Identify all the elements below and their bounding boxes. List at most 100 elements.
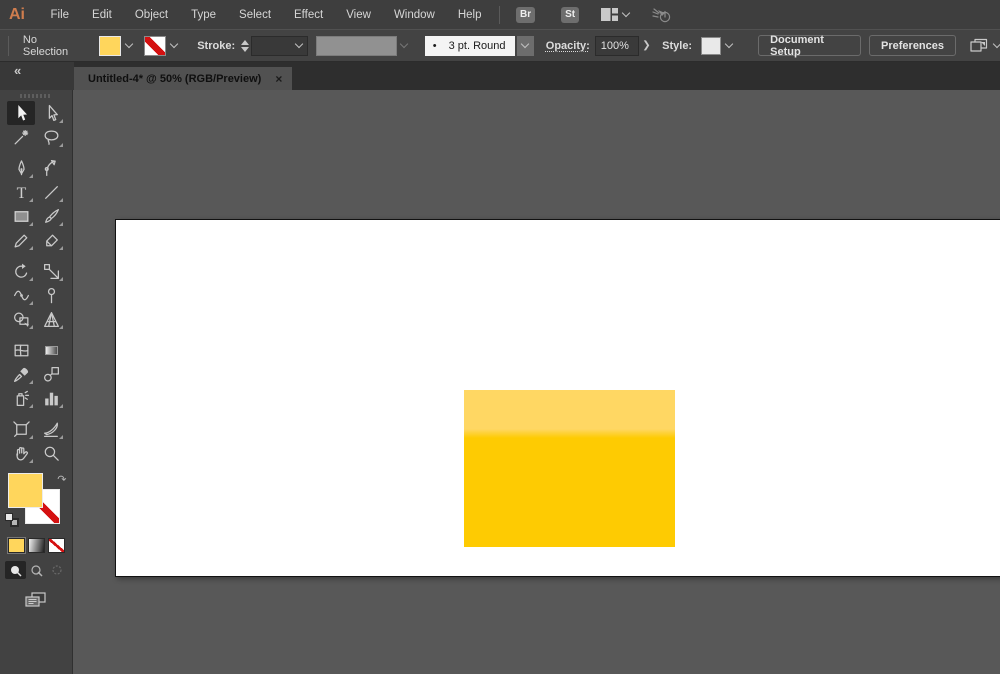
stepper-up-icon[interactable] <box>241 40 249 45</box>
width-profile-chevron[interactable] <box>517 36 534 56</box>
workspace-switcher[interactable] <box>601 8 629 21</box>
menu-object[interactable]: Object <box>123 2 179 28</box>
style-label: Style: <box>662 40 692 52</box>
document-tab[interactable]: Untitled-4* @ 50% (RGB/Preview) × <box>74 67 292 90</box>
menu-help[interactable]: Help <box>446 2 493 28</box>
document-tab-title: Untitled-4* @ 50% (RGB/Preview) <box>88 73 261 85</box>
type-tool[interactable]: T <box>7 180 35 204</box>
menu-select[interactable]: Select <box>228 2 283 28</box>
color-button[interactable] <box>8 538 25 553</box>
stroke-weight-dropdown[interactable] <box>251 36 308 56</box>
width-tool[interactable] <box>7 283 35 307</box>
eyedropper-tool[interactable] <box>7 362 35 386</box>
illustrator-window: Ai File Edit Object Type Select Effect V… <box>0 0 1000 674</box>
rectangle-tool[interactable] <box>7 204 35 228</box>
slice-tool[interactable] <box>37 417 65 441</box>
width-profile-text: 3 pt. Round <box>449 40 506 52</box>
gradient-tool[interactable] <box>37 338 65 362</box>
opacity-input[interactable]: 100% <box>595 36 639 56</box>
stroke-none-swatch[interactable] <box>144 36 166 56</box>
variable-width-profile-combo[interactable]: • 3 pt. Round <box>425 36 534 56</box>
draw-behind-button[interactable] <box>26 561 47 579</box>
chevron-down-icon <box>993 40 1000 48</box>
change-screen-mode-button[interactable] <box>24 591 48 614</box>
stroke-color-combo[interactable] <box>144 36 181 56</box>
menu-effect[interactable]: Effect <box>283 2 335 28</box>
sync-power-icon[interactable] <box>651 6 673 24</box>
draw-normal-button[interactable] <box>5 561 26 579</box>
column-graph-tool[interactable] <box>37 386 65 410</box>
line-segment-tool[interactable] <box>37 180 65 204</box>
pen-tool[interactable] <box>7 156 35 180</box>
swap-fill-stroke-icon[interactable]: ↷ <box>57 473 66 486</box>
variable-width-value[interactable]: • 3 pt. Round <box>425 36 515 56</box>
width-profile-bullet: • <box>433 40 437 52</box>
lasso-tool[interactable] <box>37 125 65 149</box>
puppet-warp-tool[interactable] <box>37 283 65 307</box>
collapse-panel-icon[interactable]: « <box>14 63 20 78</box>
arrange-documents-combo[interactable] <box>970 38 1000 53</box>
mesh-tool[interactable] <box>7 338 35 362</box>
gradient-button[interactable] <box>28 538 45 553</box>
fill-proxy-swatch[interactable] <box>8 473 43 508</box>
preferences-button[interactable]: Preferences <box>869 35 956 56</box>
selection-status: No Selection <box>23 34 79 58</box>
opacity-label: Opacity: <box>546 40 590 52</box>
opacity-expand-button[interactable]: ❯ <box>639 36 654 56</box>
tool-grid: T <box>7 101 65 465</box>
chevron-down-icon <box>724 40 732 48</box>
default-fill-stroke-icon[interactable] <box>5 513 19 527</box>
fill-color-swatch[interactable] <box>99 36 121 56</box>
stroke-label: Stroke: <box>197 40 235 52</box>
drawing-modes <box>5 561 68 579</box>
yellow-rectangle-artwork[interactable] <box>464 390 675 547</box>
curvature-tool[interactable] <box>37 156 65 180</box>
menu-bar: Ai File Edit Object Type Select Effect V… <box>0 0 1000 29</box>
magic-wand-tool[interactable] <box>7 125 35 149</box>
menu-file[interactable]: File <box>39 2 81 28</box>
swatch-buttons <box>8 538 65 553</box>
chevron-down-icon <box>169 40 177 48</box>
artboard[interactable] <box>115 219 1000 577</box>
style-combo[interactable] <box>701 36 736 56</box>
zoom-tool[interactable] <box>37 441 65 465</box>
blend-tool[interactable] <box>37 362 65 386</box>
direct-selection-tool[interactable] <box>37 101 65 125</box>
none-button[interactable] <box>48 538 65 553</box>
opacity-value: 100% <box>601 40 629 52</box>
menu-view[interactable]: View <box>335 2 383 28</box>
panel-drag-grip[interactable] <box>20 94 52 98</box>
hand-tool[interactable] <box>7 441 35 465</box>
chevron-down-icon <box>521 40 529 48</box>
document-setup-button[interactable]: Document Setup <box>758 35 861 56</box>
eraser-tool[interactable] <box>37 228 65 252</box>
chevron-down-icon <box>124 40 132 48</box>
artboard-tool[interactable] <box>7 417 35 441</box>
fill-color-combo[interactable] <box>99 36 136 56</box>
menu-type[interactable]: Type <box>180 2 228 28</box>
menu-edit[interactable]: Edit <box>81 2 124 28</box>
menu-window[interactable]: Window <box>382 2 446 28</box>
brush-definition-dropdown <box>316 36 397 56</box>
document-tab-bar: « Untitled-4* @ 50% (RGB/Preview) × <box>0 62 1000 90</box>
tab-close-icon[interactable]: × <box>275 72 282 86</box>
perspective-grid-tool[interactable] <box>37 307 65 331</box>
workspace-layout-icon <box>601 8 618 21</box>
control-bar: No Selection Stroke: • 3 pt. Round <box>0 29 1000 62</box>
document-canvas[interactable] <box>73 90 1000 674</box>
chevron-down-icon <box>400 40 408 48</box>
style-swatch[interactable] <box>701 37 721 55</box>
rotate-tool[interactable] <box>7 259 35 283</box>
shape-builder-tool[interactable] <box>7 307 35 331</box>
paintbrush-tool[interactable] <box>37 204 65 228</box>
symbol-sprayer-tool[interactable] <box>7 386 35 410</box>
selection-tool[interactable] <box>7 101 35 125</box>
stock-button[interactable]: St <box>561 7 579 23</box>
bridge-button[interactable]: Br <box>516 7 535 23</box>
stepper-down-icon[interactable] <box>241 47 249 52</box>
shaper-tool[interactable] <box>7 228 35 252</box>
svg-text:T: T <box>16 184 26 201</box>
stroke-weight-stepper[interactable] <box>241 40 249 52</box>
panel-grip[interactable] <box>8 36 9 56</box>
scale-tool[interactable] <box>37 259 65 283</box>
